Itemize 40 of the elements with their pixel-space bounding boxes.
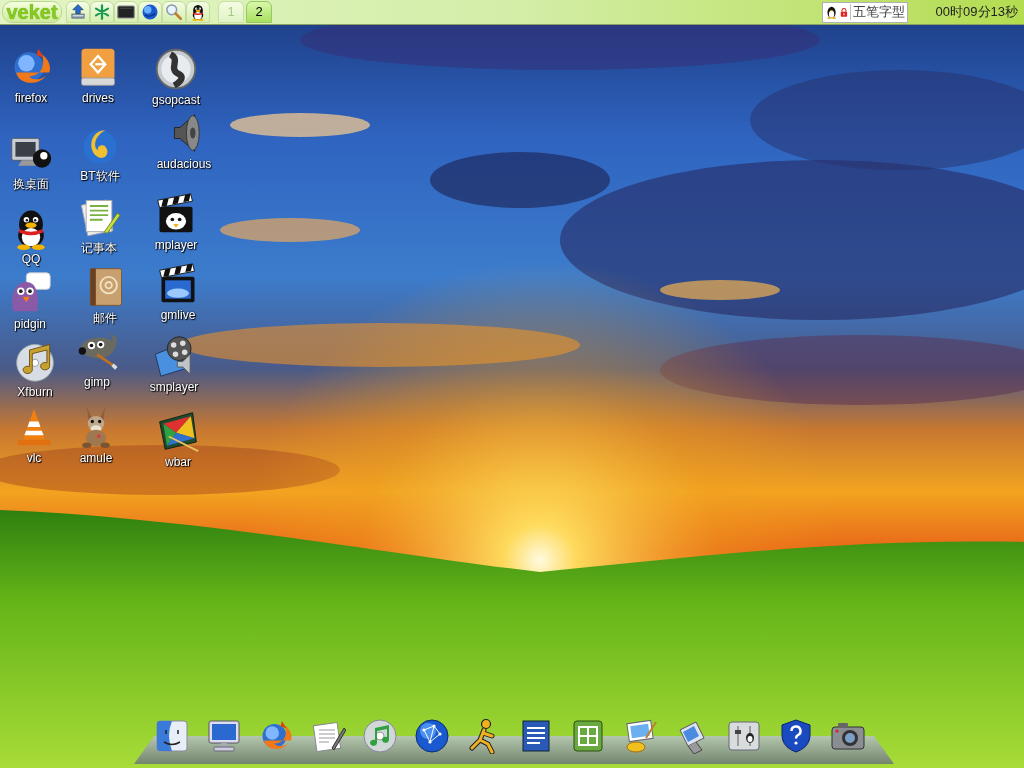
help-shield-icon[interactable] — [778, 718, 814, 754]
desktop-shortcut[interactable]: audacious — [156, 111, 212, 171]
terminal-icon — [117, 3, 135, 21]
desktop-shortcut[interactable]: mplayer — [154, 192, 198, 252]
clock: 00时09分13秒 — [935, 3, 1018, 22]
desktop-shortcut[interactable]: gimp — [75, 329, 119, 389]
split-face-icon[interactable] — [154, 718, 190, 754]
input-method-indicator[interactable]: 五笔字型 — [821, 1, 908, 23]
desktop-shortcut[interactable]: pidgin — [8, 271, 52, 331]
desktop-shortcut[interactable]: QQ — [9, 206, 53, 266]
desktop-shortcut[interactable]: gsopcast — [152, 47, 200, 107]
desktop-shortcut[interactable]: smplayer — [149, 334, 199, 394]
desktop-shortcut[interactable]: amule — [74, 405, 118, 465]
color-slab-icon — [156, 409, 200, 453]
desktop-shortcut[interactable]: 邮件 — [83, 265, 127, 325]
asterisk-icon — [93, 3, 111, 21]
lock-icon — [839, 6, 848, 18]
spreadsheet-icon[interactable] — [570, 718, 606, 754]
search-icon — [165, 3, 183, 21]
music-disc-icon[interactable] — [362, 718, 398, 754]
monitor-icon[interactable] — [206, 718, 242, 754]
desktop-shortcut[interactable]: BT软件 — [78, 123, 122, 183]
control-panel-icon[interactable] — [726, 718, 762, 754]
desktop-shortcut[interactable]: Xfburn — [13, 339, 57, 399]
film-strip-disc-icon — [154, 47, 198, 91]
network-globe-icon[interactable] — [414, 718, 450, 754]
upload-icon — [69, 3, 87, 21]
desktop-shortcut[interactable]: vlc — [12, 405, 56, 465]
launcher-button[interactable] — [186, 1, 210, 23]
desktop-shortcut[interactable]: drives — [76, 45, 120, 105]
desktop-shortcut[interactable]: 记事本 — [77, 195, 121, 255]
penguin-icon — [824, 4, 838, 20]
launcher-button[interactable] — [114, 1, 138, 23]
workspace-tab[interactable]: 2 — [246, 1, 272, 23]
desktop-shortcut[interactable]: gmlive — [156, 262, 200, 322]
desktop-shortcut[interactable]: wbar — [156, 409, 200, 469]
globe-icon — [141, 3, 159, 21]
launcher-button[interactable] — [138, 1, 162, 23]
desktop-shortcut[interactable]: 换桌面 — [9, 131, 53, 191]
desktop-shortcut[interactable]: firefox — [9, 45, 53, 105]
